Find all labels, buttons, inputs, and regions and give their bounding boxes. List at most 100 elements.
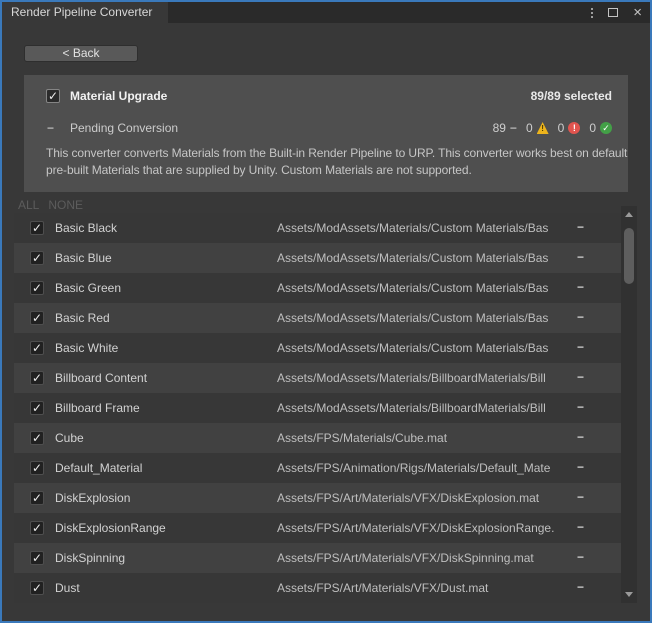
material-name: Billboard Content [55,371,147,385]
scroll-down-icon[interactable] [625,592,633,597]
row-status-minus-icon: − [577,340,584,354]
pending-total-group: 89 − [493,121,517,135]
row-checkbox[interactable]: ✓ [30,521,44,535]
material-name: Basic Red [55,311,110,325]
pending-total: 89 [493,121,506,135]
material-row[interactable]: ✓ DiskSpinning Assets/FPS/Art/Materials/… [14,543,621,573]
success-count: 0 [589,121,596,135]
row-checkbox[interactable]: ✓ [30,341,44,355]
checkmark-icon: ✓ [48,89,58,103]
row-checkbox[interactable]: ✓ [30,461,44,475]
maximize-icon[interactable] [608,8,618,17]
checkmark-icon: ✓ [32,551,42,565]
scrollbar-thumb[interactable] [624,228,634,284]
row-status-minus-icon: − [577,280,584,294]
kebab-menu-icon[interactable] [591,8,593,18]
material-name: DiskExplosionRange [55,521,166,535]
pending-label: Pending Conversion [70,121,178,135]
checkmark-icon: ✓ [32,221,42,235]
material-path: Assets/FPS/Art/Materials/VFX/Dust.mat [277,581,570,595]
converter-description: This converter converts Materials from t… [46,145,628,179]
row-checkbox[interactable]: ✓ [30,311,44,325]
material-row[interactable]: ✓ Basic Red Assets/ModAssets/Materials/C… [14,303,621,333]
window-title: Render Pipeline Converter [11,5,152,19]
checkmark-icon: ✓ [32,431,42,445]
material-row[interactable]: ✓ Billboard Content Assets/ModAssets/Mat… [14,363,621,393]
converter-panel: ✓ Material Upgrade 89/89 selected − Pend… [24,75,628,192]
close-icon[interactable]: × [633,8,642,18]
warning-icon: ! [537,122,549,134]
row-checkbox[interactable]: ✓ [30,281,44,295]
checkmark-icon: ✓ [32,311,42,325]
material-path: Assets/FPS/Art/Materials/VFX/DiskExplosi… [277,521,570,535]
material-path: Assets/ModAssets/Materials/Custom Materi… [277,281,570,295]
material-path: Assets/ModAssets/Materials/Custom Materi… [277,251,570,265]
row-status-minus-icon: − [577,580,584,594]
material-name: Dust [55,581,80,595]
material-name: Basic Blue [55,251,112,265]
row-status-minus-icon: − [577,550,584,564]
material-row[interactable]: ✓ Cube Assets/FPS/Materials/Cube.mat − [14,423,621,453]
material-row[interactable]: ✓ Default_Material Assets/FPS/Animation/… [14,453,621,483]
row-status-minus-icon: − [577,520,584,534]
checkmark-icon: ✓ [32,581,42,595]
row-checkbox[interactable]: ✓ [30,491,44,505]
pending-conversion-row: − Pending Conversion 89 − 0 ! 0 ! [47,120,612,136]
converter-title: Material Upgrade [70,89,167,103]
row-checkbox[interactable]: ✓ [30,371,44,385]
material-row[interactable]: ✓ Billboard Frame Assets/ModAssets/Mater… [14,393,621,423]
row-checkbox[interactable]: ✓ [30,401,44,415]
row-checkbox[interactable]: ✓ [30,431,44,445]
success-icon: ✓ [600,122,612,134]
converter-header: ✓ Material Upgrade 89/89 selected [46,88,612,104]
error-count-group: 0 ! [558,121,581,135]
window-controls: × [591,2,642,23]
material-row[interactable]: ✓ Dust Assets/FPS/Art/Materials/VFX/Dust… [14,573,621,603]
material-path: Assets/ModAssets/Materials/BillboardMate… [277,401,570,415]
success-count-group: 0 ✓ [589,121,612,135]
material-row[interactable]: ✓ Basic Black Assets/ModAssets/Materials… [14,213,621,243]
checkmark-icon: ✓ [32,371,42,385]
select-none-button[interactable]: NONE [48,198,83,212]
title-bar: Render Pipeline Converter × [2,2,650,23]
material-name: Basic Black [55,221,117,235]
material-name: DiskSpinning [55,551,125,565]
row-status-minus-icon: − [577,400,584,414]
row-checkbox[interactable]: ✓ [30,551,44,565]
row-checkbox[interactable]: ✓ [30,251,44,265]
material-name: Basic White [55,341,118,355]
selection-shortcuts: ALL NONE [18,198,83,212]
material-path: Assets/FPS/Art/Materials/VFX/DiskExplosi… [277,491,570,505]
material-path: Assets/ModAssets/Materials/Custom Materi… [277,221,570,235]
material-name: DiskExplosion [55,491,130,505]
back-button[interactable]: < Back [24,45,138,62]
material-row[interactable]: ✓ Basic White Assets/ModAssets/Materials… [14,333,621,363]
material-row[interactable]: ✓ DiskExplosionRange Assets/FPS/Art/Mate… [14,513,621,543]
checkmark-icon: ✓ [32,251,42,265]
row-checkbox[interactable]: ✓ [30,221,44,235]
row-checkbox[interactable]: ✓ [30,581,44,595]
material-path: Assets/FPS/Animation/Rigs/Materials/Defa… [277,461,570,475]
converter-checkbox[interactable]: ✓ [46,89,60,103]
material-row[interactable]: ✓ DiskExplosion Assets/FPS/Art/Materials… [14,483,621,513]
row-status-minus-icon: − [577,490,584,504]
select-all-button[interactable]: ALL [18,198,39,212]
row-status-minus-icon: − [577,460,584,474]
material-name: Cube [55,431,84,445]
checkmark-icon: ✓ [32,341,42,355]
material-path: Assets/FPS/Materials/Cube.mat [277,431,570,445]
vertical-scrollbar[interactable] [621,206,637,603]
error-count: 0 [558,121,565,135]
material-path: Assets/ModAssets/Materials/BillboardMate… [277,371,570,385]
material-name: Basic Green [55,281,121,295]
material-name: Billboard Frame [55,401,140,415]
row-status-minus-icon: − [577,370,584,384]
row-status-minus-icon: − [577,310,584,324]
window-tab[interactable]: Render Pipeline Converter [2,2,168,23]
checkmark-icon: ✓ [32,401,42,415]
material-row[interactable]: ✓ Basic Green Assets/ModAssets/Materials… [14,273,621,303]
material-row[interactable]: ✓ Basic Blue Assets/ModAssets/Materials/… [14,243,621,273]
row-status-minus-icon: − [577,430,584,444]
material-path: Assets/ModAssets/Materials/Custom Materi… [277,341,570,355]
scroll-up-icon[interactable] [625,212,633,217]
